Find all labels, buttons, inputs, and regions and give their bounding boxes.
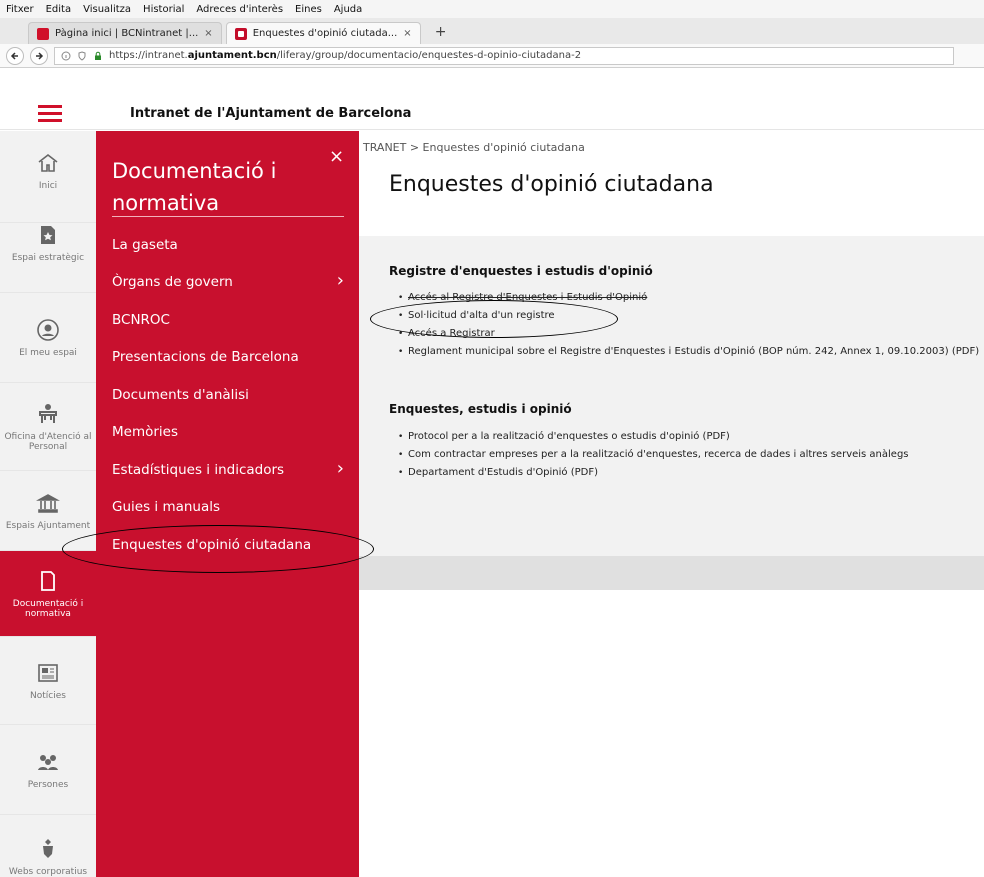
flyout-item-organs-de-govern[interactable]: Òrgans de govern › — [112, 270, 344, 292]
flyout-item-label: BCNROC — [112, 312, 170, 328]
arrow-right-icon — [36, 51, 44, 60]
flyout-item-guies-manuals[interactable]: Guies i manuals — [112, 497, 344, 517]
rail-item-espai-estrategic[interactable]: Espai estratègic — [0, 223, 96, 293]
flyout-title: Documentació i normativa — [112, 159, 277, 215]
section-title-registre: Registre d'enquestes i estudis d'opinió — [389, 264, 653, 278]
flyout-item-bcnroc[interactable]: BCNROC — [112, 310, 344, 330]
hamburger-menu-icon[interactable] — [38, 105, 62, 123]
site-favicon-icon — [37, 27, 49, 40]
list-item-link[interactable]: Departament d'Estudis d'Opinió (PDF) — [398, 464, 909, 482]
section-list-registre: Accés al Registre d'Enquestes i Estudis … — [398, 289, 979, 361]
rail-item-label: Oficina d'Atenció al Personal — [4, 431, 92, 452]
browser-menubar: Fitxer Edita Visualitza Historial Adrece… — [0, 0, 984, 18]
forward-button[interactable] — [30, 46, 48, 65]
flyout-item-documents-analisi[interactable]: Documents d'anàlisi — [112, 385, 344, 405]
rail-item-label: El meu espai — [19, 347, 77, 358]
new-tab-button[interactable]: + — [425, 24, 457, 44]
section-flyout-menu: Documentació i normativa × La gaseta Òrg… — [96, 131, 359, 877]
content-panel — [359, 236, 984, 556]
rail-item-label: Notícies — [30, 690, 66, 701]
flyout-item-label: Enquestes d'opinió ciutadana — [112, 537, 312, 553]
flyout-item-label: Documents d'anàlisi — [112, 387, 249, 403]
menu-file[interactable]: Fitxer — [6, 4, 34, 15]
tab-close-icon[interactable]: × — [403, 28, 411, 39]
divider — [112, 216, 344, 217]
section-list-enquestes: Protocol per a la realització d'enqueste… — [398, 428, 909, 482]
list-item-link[interactable]: Accés a Registrar — [398, 325, 979, 343]
menu-edit[interactable]: Edita — [46, 4, 72, 15]
rail-item-el-meu-espai[interactable]: El meu espai — [0, 293, 96, 383]
rail-item-documentacio[interactable]: Documentació i normativa — [0, 551, 96, 637]
close-icon[interactable]: × — [329, 146, 344, 167]
site-header: Intranet de l'Ajuntament de Barcelona — [0, 100, 984, 130]
list-item-link[interactable]: Reglament municipal sobre el Registre d'… — [398, 343, 979, 361]
site-title: Intranet de l'Ajuntament de Barcelona — [130, 106, 412, 121]
url-text: https://intranet.ajuntament.bcn/liferay/… — [109, 50, 582, 61]
rail-item-label: Espai estratègic — [11, 253, 85, 263]
shield-icon — [43, 839, 53, 858]
browser-addressbar: https://intranet.ajuntament.bcn/liferay/… — [0, 44, 984, 68]
rail-item-inici[interactable]: Inici — [0, 151, 96, 223]
news-icon — [38, 663, 58, 682]
rail-item-label: Documentació i normativa — [12, 598, 84, 619]
flyout-item-label: Guies i manuals — [112, 499, 221, 515]
rail-item-webs-corporatius[interactable]: Webs corporatius — [0, 815, 96, 877]
flyout-item-estadistiques[interactable]: Estadístiques i indicadors › — [112, 458, 344, 480]
shield-icon[interactable] — [77, 50, 87, 61]
rail-item-label: Webs corporatius — [8, 867, 88, 877]
flyout-item-la-gaseta[interactable]: La gaseta — [112, 235, 344, 255]
arrow-left-icon — [10, 51, 18, 60]
document-icon — [41, 570, 55, 591]
star-doc-icon — [41, 226, 55, 244]
service-desk-icon — [39, 403, 57, 423]
rail-item-label: Persones — [27, 779, 69, 790]
rail-item-label: Espais Ajuntament — [5, 520, 91, 531]
flyout-item-enquestes[interactable]: Enquestes d'opinió ciutadana — [112, 535, 344, 555]
menu-view[interactable]: Visualitza — [83, 4, 131, 15]
back-button[interactable] — [6, 46, 24, 65]
menu-help[interactable]: Ajuda — [334, 4, 362, 15]
list-item-link[interactable]: Sol·licitud d'alta d'un registre — [398, 307, 979, 325]
content-footer-band — [359, 556, 984, 590]
breadcrumb[interactable]: TRANET > Enquestes d'opinió ciutadana — [363, 141, 585, 154]
lock-icon[interactable] — [93, 51, 103, 61]
user-icon — [37, 318, 59, 341]
home-icon — [38, 153, 58, 172]
tab-home[interactable]: Pàgina inici | BCNintranet |... × — [28, 22, 222, 44]
section-title-enquestes: Enquestes, estudis i opinió — [389, 402, 572, 416]
building-icon — [36, 493, 60, 513]
flyout-item-label: Òrgans de govern — [112, 274, 233, 290]
rail-item-oficina-atencio[interactable]: Oficina d'Atenció al Personal — [0, 383, 96, 471]
tab-title: Enquestes d'opinió ciutada... — [252, 28, 398, 39]
flyout-item-memories[interactable]: Memòries — [112, 422, 344, 442]
chevron-right-icon[interactable]: › — [337, 458, 344, 479]
url-field[interactable]: https://intranet.ajuntament.bcn/liferay/… — [54, 46, 954, 65]
tab-close-icon[interactable]: × — [204, 28, 212, 39]
flyout-item-label: Presentacions de Barcelona — [112, 349, 299, 365]
menu-bookmarks[interactable]: Adreces d'interès — [196, 4, 283, 15]
rail-item-noticies[interactable]: Notícies — [0, 637, 96, 725]
menu-history[interactable]: Historial — [143, 4, 184, 15]
icon-rail: Inici Espai estratègic El meu espai Ofic… — [0, 131, 96, 877]
people-icon — [38, 754, 58, 770]
site-favicon-icon — [234, 27, 247, 40]
chevron-right-icon[interactable]: › — [337, 270, 344, 291]
menu-tools[interactable]: Eines — [295, 4, 322, 15]
rail-item-label: Inici — [38, 181, 58, 191]
flyout-item-label: La gaseta — [112, 237, 178, 253]
list-item-link[interactable]: Accés al Registre d'Enquestes i Estudis … — [398, 289, 979, 307]
flyout-item-label: Memòries — [112, 424, 179, 440]
list-item-link[interactable]: Com contractar empreses per a la realitz… — [398, 446, 909, 464]
page-title: Enquestes d'opinió ciutadana — [389, 172, 714, 197]
browser-tabbar: Pàgina inici | BCNintranet |... × Enques… — [0, 18, 984, 44]
list-item-link[interactable]: Protocol per a la realització d'enqueste… — [398, 428, 909, 446]
tab-enquestes[interactable]: Enquestes d'opinió ciutada... × — [225, 22, 421, 44]
flyout-item-presentacions[interactable]: Presentacions de Barcelona — [112, 347, 344, 367]
rail-item-espais-ajuntament[interactable]: Espais Ajuntament — [0, 471, 96, 551]
info-icon[interactable] — [61, 51, 71, 61]
rail-item-persones[interactable]: Persones — [0, 725, 96, 815]
tab-title: Pàgina inici | BCNintranet |... — [55, 28, 199, 39]
flyout-item-label: Estadístiques i indicadors — [112, 462, 285, 478]
